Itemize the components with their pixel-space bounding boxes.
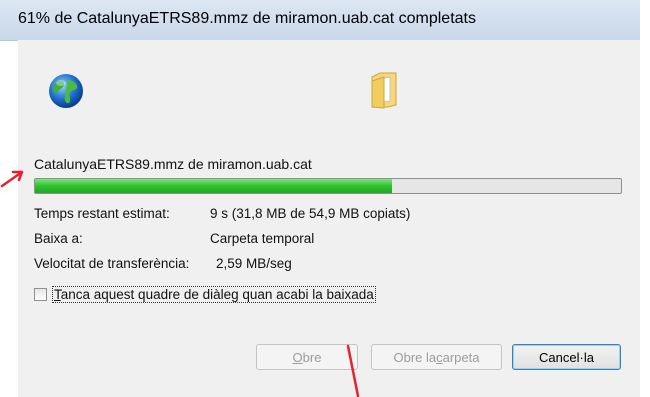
time-remaining-value: 9 s (31,8 MB de 54,9 MB copiats) [210,206,411,221]
transfer-rate-label: Velocitat de transferència: [34,256,190,271]
close-when-done-option[interactable]: Tanca aquest quadre de diàleg quan acabi… [34,285,376,303]
window-edge [640,0,650,397]
folder-icon [371,72,397,109]
transfer-rate-value: 2,59 MB/seg [216,256,292,271]
download-to-label: Baixa a: [34,231,83,246]
annotation-arrow [0,170,24,188]
progress-fill [35,179,393,193]
globe-icon [49,74,83,108]
file-name-label: CatalunyaETRS89.mmz de miramon.uab.cat [34,156,312,172]
time-remaining-label: Temps restant estimat: [34,206,170,221]
title-bar: 61% de CatalunyaETRS89.mmz de miramon.ua… [0,0,640,41]
close-when-done-label[interactable]: Tanca aquest quadre de diàleg quan acabi… [52,285,376,303]
close-when-done-checkbox[interactable] [34,287,47,301]
cancel-button[interactable]: Cancel·la [512,344,621,370]
download-progress-bar [34,178,622,194]
annotation-line [346,344,360,397]
download-dialog: CatalunyaETRS89.mmz de miramon.uab.cat T… [18,40,640,397]
window-title: 61% de CatalunyaETRS89.mmz de miramon.ua… [18,10,476,27]
open-folder-button[interactable]: Obre la c arpeta [371,344,502,370]
download-to-value: Carpeta temporal [210,231,315,246]
